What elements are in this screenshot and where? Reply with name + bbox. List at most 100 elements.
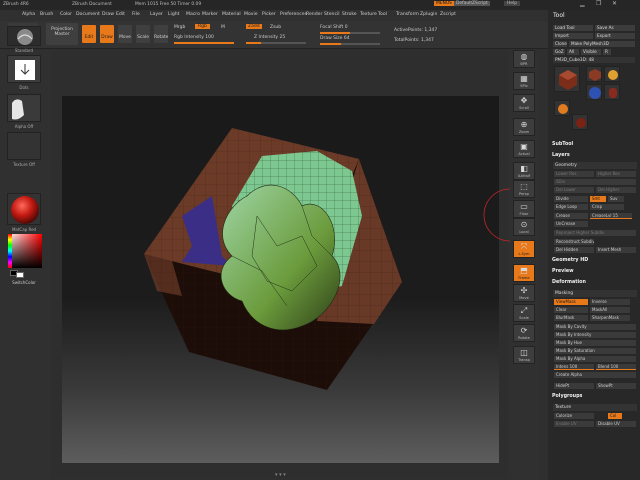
menu-zplugin[interactable]: Zplugin [420,12,437,17]
geometry-hd-section[interactable]: Geometry HD [552,258,588,263]
material-slot[interactable] [7,193,41,225]
lsym-button[interactable]: ⤧ L.Sym [513,240,535,258]
rotate-button[interactable]: Rotate [154,25,168,43]
showpt-button[interactable]: ShowPt [596,383,636,389]
del-lower-button[interactable]: Del Lower [554,187,594,193]
masking-section[interactable]: Masking [553,290,637,297]
focal-shift-label[interactable]: Focal Shift 0 [320,25,348,30]
move-button[interactable]: ✣ Move [513,284,535,302]
close-icon[interactable]: ✕ [612,0,617,7]
z-intensity-slider[interactable] [246,42,306,44]
mask-by-cavity-button[interactable]: Mask By Cavity [554,324,636,330]
help-button[interactable]: Help [504,1,521,6]
hidept-button[interactable]: HidePt [554,383,594,389]
scroll-button[interactable]: ✥ Scroll [513,94,535,112]
sharpenmask-button[interactable]: SharpenMask [590,315,630,321]
disable-uv-button[interactable]: Disable UV [596,421,636,427]
edge-loop-button[interactable]: Edge Loop [554,204,588,210]
maskall-button[interactable]: MaskAll [590,307,630,313]
scale-button[interactable]: ⤢ Scale [513,304,535,322]
rgb-intensity-label[interactable]: Rgb Intensity 100 [174,35,214,40]
viewmask-toggle[interactable]: ViewMask [554,299,588,305]
insert-mesh-button[interactable]: Insert Mesh [596,247,636,253]
current-tool-name[interactable]: PM3D_Cube3D: 48 [553,57,635,63]
menu-transform[interactable]: Transform [396,12,419,17]
lower-res-button[interactable]: Lower Res [554,171,594,177]
local-button[interactable]: ⊙ Local [513,218,535,236]
menu-tool[interactable]: Tool [378,12,387,17]
mask-by-hue-button[interactable]: Mask By Hue [554,340,636,346]
all-button[interactable]: All [567,49,579,55]
frame-button[interactable]: ⬒ Frame [513,264,535,282]
colorize-toggle[interactable]: Colorize [554,413,594,419]
load-tool-button[interactable]: Load Tool [553,25,593,31]
deformation-section[interactable]: Deformation [552,280,586,285]
menu-preferences[interactable]: Preferences [280,12,307,17]
blend-slider[interactable]: Blend 100 [596,364,636,370]
visible-button[interactable]: Visible [581,49,601,55]
tool-thumb-sphere[interactable] [586,84,602,100]
bpr-button[interactable]: ◍ BPR [513,50,535,68]
menu-file[interactable]: File [132,12,140,17]
create-alpha-button[interactable]: Create Alpha [554,372,636,378]
spix-button[interactable]: ▦ SPix [513,72,535,90]
zoom-button[interactable]: ⊕ Zoom [513,118,535,136]
preview-section[interactable]: Preview [552,269,574,274]
layers-section[interactable]: Layers [552,153,570,158]
document-viewport[interactable] [62,96,499,463]
sdiv-slider[interactable]: SDiv [554,179,636,185]
geometry-section[interactable]: Geometry [553,162,637,169]
edit-button[interactable]: Edit [82,25,96,43]
menu-document[interactable]: Document [76,12,100,17]
texture-section[interactable]: Texture [553,404,637,411]
current-tool-thumb[interactable] [554,66,580,92]
aahalf-button[interactable]: ◧ AAHalf [513,162,535,180]
intensity-slider[interactable]: Intens 100 [554,364,594,370]
menu-color[interactable]: Color [60,12,72,17]
higher-res-button[interactable]: Higher Res [596,171,636,177]
move-button[interactable]: Move [118,25,132,43]
actual-button[interactable]: ▣ Actual [513,140,535,158]
menu-marker[interactable]: Marker [202,12,218,17]
menu-alpha[interactable]: Alpha [22,12,35,17]
col-button[interactable]: Col [608,413,622,419]
m-toggle[interactable]: M [221,25,225,30]
mask-by-alpha-button[interactable]: Mask By Alpha [554,356,636,362]
persp-button[interactable]: ⬚ Persp [513,180,535,198]
inverse-button[interactable]: Inverse [590,299,630,305]
export-button[interactable]: Export [595,33,635,39]
focal-shift-slider[interactable] [320,32,380,34]
tool-thumb-extra[interactable] [572,114,588,130]
rotate-button[interactable]: ⟳ Rotate [513,324,535,342]
alpha-slot[interactable] [7,94,41,122]
enable-uv-button[interactable]: Enable UV [554,421,594,427]
blurmask-button[interactable]: BlurMask [554,315,588,321]
menu-material[interactable]: Material [222,12,241,17]
menu-layer[interactable]: Layer [150,12,163,17]
z-intensity-label[interactable]: Z Intensity 25 [254,35,285,40]
restore-icon[interactable]: ❐ [596,0,601,7]
subtool-section[interactable]: SubTool [552,142,573,147]
draw-size-slider[interactable] [320,43,380,45]
projection-master-button[interactable]: Projection Master [46,23,78,45]
crease-button[interactable]: Crease [554,213,588,219]
goz-button[interactable]: GoZ [553,49,565,55]
clone-button[interactable]: Clone [553,41,567,47]
zsub-toggle[interactable]: Zsub [270,25,281,30]
menu-brush[interactable]: Brush [40,12,53,17]
crisp-button[interactable]: Crisp [590,204,624,210]
menu-render[interactable]: Render [306,12,322,17]
color-square[interactable] [8,234,42,268]
menu-edit[interactable]: Edit [116,12,125,17]
rgb-intensity-slider[interactable] [174,42,234,44]
cube-mesh-render[interactable] [62,96,499,463]
reconstruct-subdiv-button[interactable]: Reconstruct Subdiv [554,239,594,245]
floor-button[interactable]: ▭ Floor [513,200,535,218]
smt-toggle[interactable]: Smt [590,196,606,202]
suv-toggle[interactable]: Suv [608,196,624,202]
default-zscript-button[interactable]: DefaultZScript [454,1,490,6]
import-button[interactable]: Import [553,33,593,39]
secondary-color-swatch[interactable] [16,272,24,278]
menu-zscript[interactable]: Zscript [440,12,456,17]
tool-thumb-alpha[interactable] [554,100,570,116]
